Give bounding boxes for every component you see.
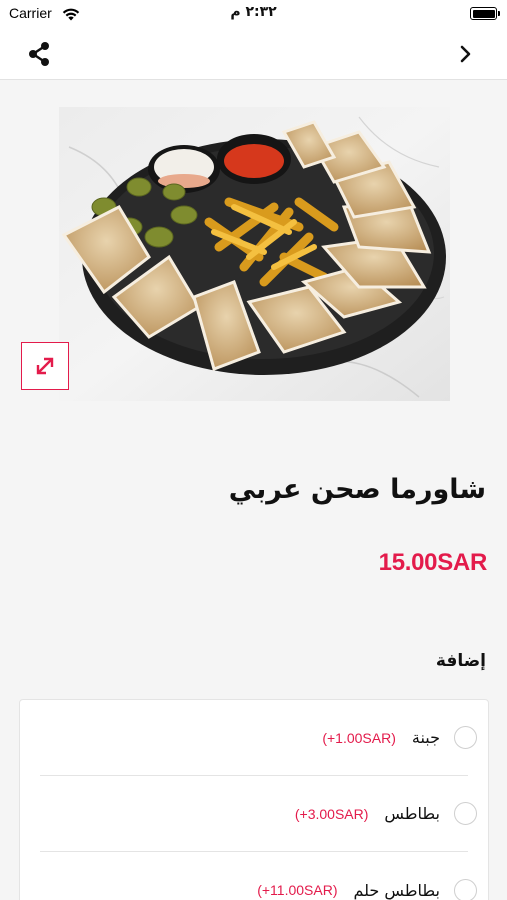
addon-option-price: (+11.00SAR): [257, 882, 338, 898]
addon-option-cheese[interactable]: جبنة (+1.00SAR): [40, 700, 477, 776]
back-button[interactable]: [455, 40, 477, 68]
addon-option-name: بطاطس حلم: [353, 880, 440, 900]
addon-option-price: (+1.00SAR): [322, 729, 396, 746]
addon-option-sweet-potato[interactable]: بطاطس حلم (+11.00SAR): [40, 852, 477, 900]
product-title: شاورما صحن عربي: [228, 474, 486, 505]
battery-icon: [470, 7, 500, 20]
share-button[interactable]: [22, 38, 56, 70]
addon-option-fries[interactable]: بطاطس (+3.00SAR): [40, 776, 477, 852]
addons-options-card: جبنة (+1.00SAR) بطاطس (+3.00SAR) بطاطس ح…: [19, 699, 489, 900]
status-time: ٢:٣٢ م: [230, 4, 277, 20]
addon-option-name: بطاطس: [384, 804, 440, 823]
expand-image-button[interactable]: [21, 342, 69, 390]
radio-button[interactable]: [454, 802, 477, 825]
addon-option-name: جبنة: [411, 728, 440, 747]
chevron-right-icon: [460, 45, 471, 63]
status-bar: Carrier ٢:٣٢ م: [0, 0, 507, 28]
product-image: [59, 107, 450, 401]
radio-button[interactable]: [454, 726, 477, 749]
radio-button[interactable]: [454, 878, 477, 900]
product-price: 15.00SAR: [378, 549, 488, 576]
addons-section-title: إضافة: [435, 651, 486, 671]
navigation-bar: [0, 28, 507, 80]
addon-option-price: (+3.00SAR): [294, 805, 369, 822]
share-icon: [29, 42, 49, 66]
expand-arrows-icon: [36, 357, 54, 375]
